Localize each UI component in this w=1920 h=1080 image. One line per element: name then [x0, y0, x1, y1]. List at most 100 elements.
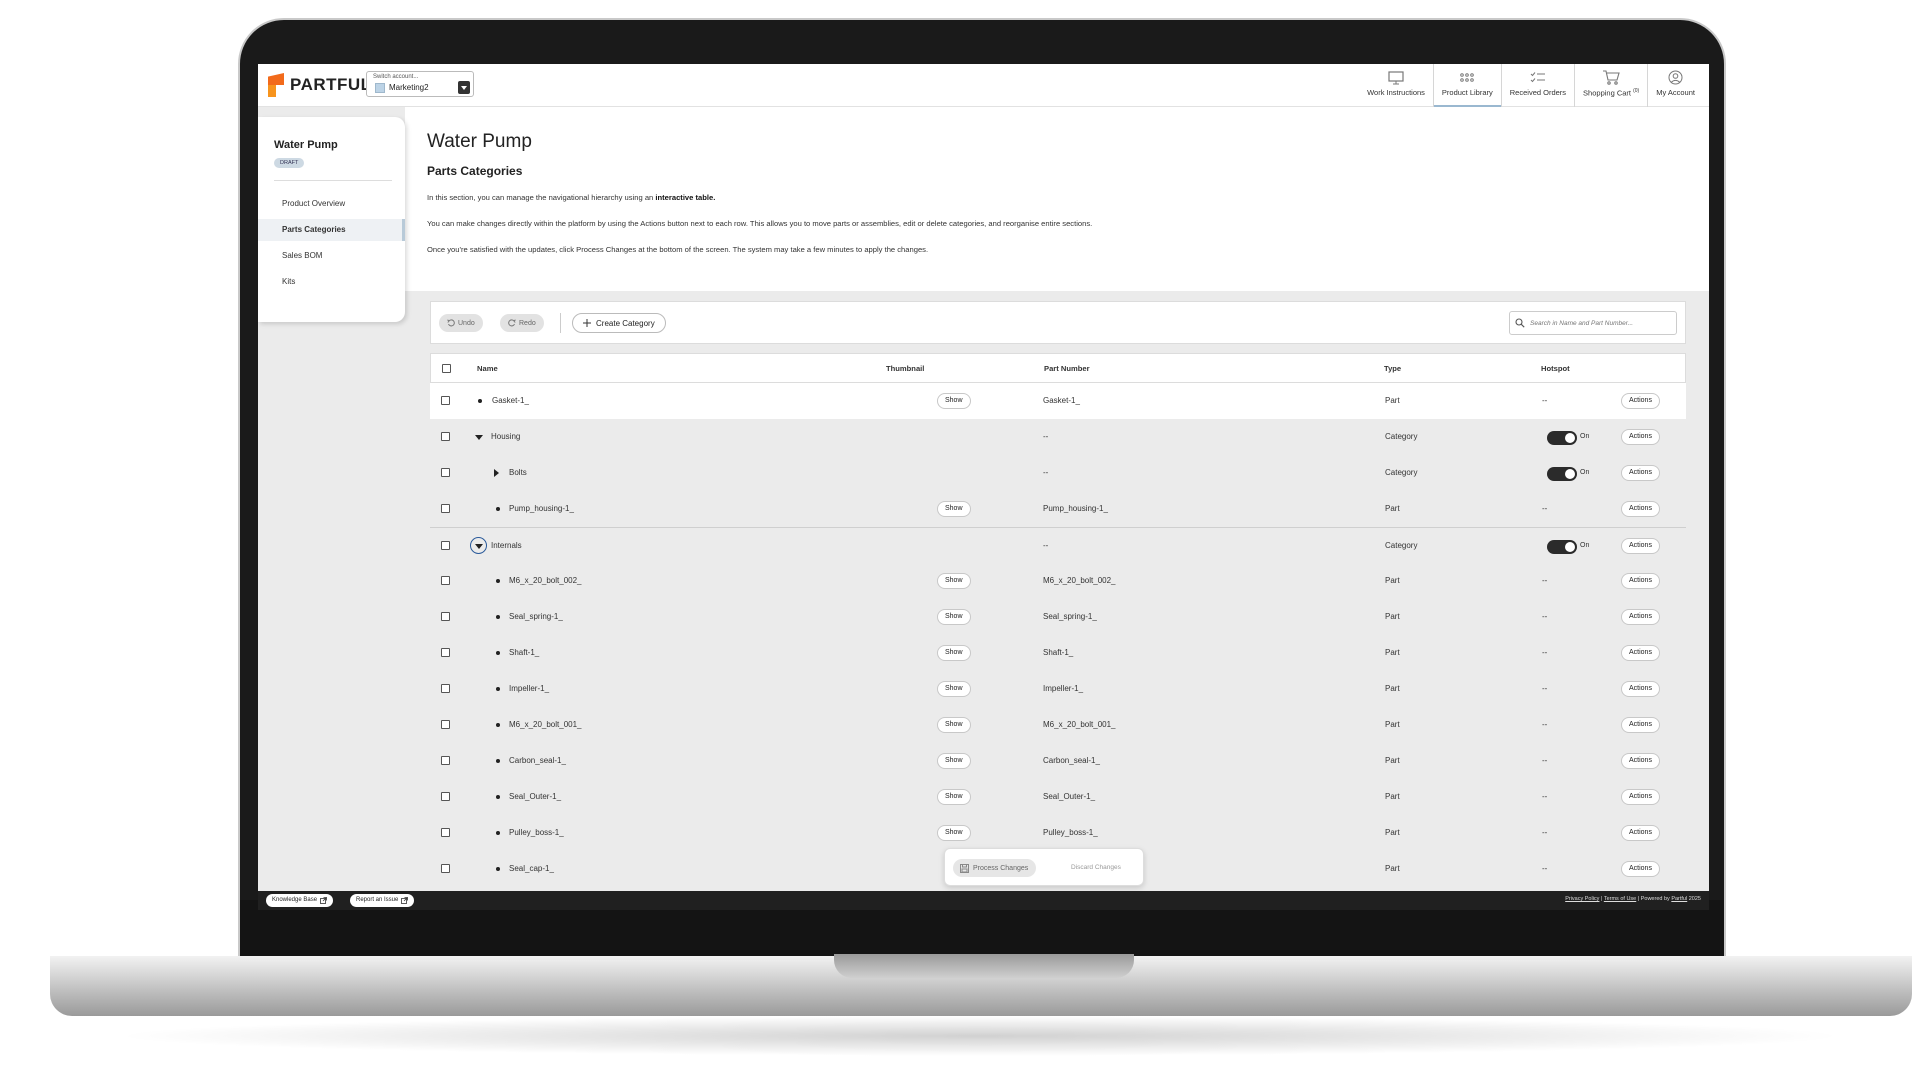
laptop-notch: [834, 954, 1134, 978]
select-all-checkbox[interactable]: [442, 364, 451, 373]
intro-paragraph: In this section, you can manage the navi…: [427, 193, 716, 202]
row-checkbox[interactable]: [441, 612, 450, 621]
show-thumbnail-button[interactable]: Show: [937, 825, 971, 841]
hotspot-toggle[interactable]: [1547, 540, 1577, 554]
hotspot-toggle[interactable]: [1547, 431, 1577, 445]
row-hotspot: --: [1542, 576, 1548, 585]
table-row[interactable]: Carbon_seal-1_ Show Carbon_seal-1_ Part …: [430, 743, 1686, 779]
actions-button[interactable]: Actions: [1621, 753, 1660, 769]
row-checkbox[interactable]: [441, 504, 450, 513]
nav-product-library[interactable]: Product Library: [1432, 64, 1501, 107]
report-issue-button[interactable]: Report an Issue: [350, 894, 415, 907]
copyright-year: 2025: [1688, 896, 1701, 902]
actions-button[interactable]: Actions: [1621, 429, 1660, 445]
table-row[interactable]: Bolts -- Category On Actions: [430, 455, 1686, 491]
show-thumbnail-button[interactable]: Show: [937, 609, 971, 625]
row-checkbox[interactable]: [441, 756, 450, 765]
chevron-down-icon[interactable]: [475, 435, 483, 440]
brand-logo[interactable]: PARTFUL: [268, 73, 372, 97]
row-type: Part: [1385, 828, 1400, 837]
row-checkbox[interactable]: [441, 396, 450, 405]
undo-button[interactable]: Undo: [439, 314, 483, 332]
show-thumbnail-button[interactable]: Show: [937, 645, 971, 661]
bullet-icon: [496, 795, 500, 799]
actions-button[interactable]: Actions: [1621, 717, 1660, 733]
discard-changes-button[interactable]: Discard Changes: [1071, 864, 1121, 871]
table-row[interactable]: Seal_spring-1_ Show Seal_spring-1_ Part …: [430, 599, 1686, 635]
table-row[interactable]: Impeller-1_ Show Impeller-1_ Part -- Act…: [430, 671, 1686, 707]
row-part-number: M6_x_20_bolt_002_: [1043, 576, 1116, 585]
show-thumbnail-button[interactable]: Show: [937, 789, 971, 805]
show-thumbnail-button[interactable]: Show: [937, 753, 971, 769]
privacy-policy-link[interactable]: Privacy Policy: [1565, 896, 1599, 902]
cart-icon: [1602, 70, 1620, 85]
account-switcher[interactable]: Switch account... Marketing2: [366, 71, 474, 97]
show-thumbnail-button[interactable]: Show: [937, 501, 971, 517]
sidebar-item-sales-bom[interactable]: Sales BOM: [258, 245, 405, 267]
hotspot-toggle-label: On: [1580, 433, 1590, 440]
table-row[interactable]: Shaft-1_ Show Shaft-1_ Part -- Actions: [430, 635, 1686, 671]
actions-button[interactable]: Actions: [1621, 609, 1660, 625]
show-thumbnail-button[interactable]: Show: [937, 393, 971, 409]
table-row[interactable]: M6_x_20_bolt_002_ Show M6_x_20_bolt_002_…: [430, 563, 1686, 599]
sidebar-item-product-overview[interactable]: Product Overview: [258, 193, 405, 215]
sidebar-item-kits[interactable]: Kits: [258, 271, 405, 293]
redo-button[interactable]: Redo: [500, 314, 544, 332]
sidebar-item-parts-categories[interactable]: Parts Categories: [258, 219, 405, 241]
actions-button[interactable]: Actions: [1621, 393, 1660, 409]
row-checkbox[interactable]: [441, 468, 450, 477]
account-switcher-label: Switch account...: [373, 74, 419, 80]
knowledge-base-button[interactable]: Knowledge Base: [266, 894, 334, 907]
actions-button[interactable]: Actions: [1621, 789, 1660, 805]
actions-button[interactable]: Actions: [1621, 465, 1660, 481]
row-name: Carbon_seal-1_: [509, 756, 566, 765]
save-icon: [960, 863, 969, 873]
hotspot-toggle[interactable]: [1547, 467, 1577, 481]
row-name: M6_x_20_bolt_001_: [509, 720, 582, 729]
create-category-button[interactable]: Create Category: [572, 313, 666, 333]
show-thumbnail-button[interactable]: Show: [937, 681, 971, 697]
row-checkbox[interactable]: [441, 432, 450, 441]
section-title: Parts Categories: [427, 164, 523, 178]
actions-button[interactable]: Actions: [1621, 538, 1660, 554]
show-thumbnail-button[interactable]: Show: [937, 717, 971, 733]
table-row[interactable]: Seal_Outer-1_ Show Seal_Outer-1_ Part --…: [430, 779, 1686, 815]
actions-button[interactable]: Actions: [1621, 573, 1660, 589]
row-checkbox[interactable]: [441, 576, 450, 585]
nav-shopping-cart[interactable]: Shopping Cart (0): [1574, 64, 1647, 107]
table-row[interactable]: Pulley_boss-1_ Show Pulley_boss-1_ Part …: [430, 815, 1686, 851]
row-checkbox[interactable]: [441, 648, 450, 657]
show-thumbnail-button[interactable]: Show: [937, 573, 971, 589]
actions-button[interactable]: Actions: [1621, 501, 1660, 517]
row-checkbox[interactable]: [441, 684, 450, 693]
row-checkbox[interactable]: [441, 792, 450, 801]
actions-button[interactable]: Actions: [1621, 645, 1660, 661]
process-paragraph: Once you're satisfied with the updates, …: [427, 245, 929, 254]
nav-my-account[interactable]: My Account: [1647, 64, 1703, 107]
actions-button[interactable]: Actions: [1621, 681, 1660, 697]
nav-received-orders[interactable]: Received Orders: [1500, 64, 1574, 107]
table-row[interactable]: Housing -- Category On Actions: [430, 419, 1686, 455]
actions-button[interactable]: Actions: [1621, 825, 1660, 841]
actions-button[interactable]: Actions: [1621, 861, 1660, 877]
nav-work-instructions[interactable]: Work Instructions: [1359, 64, 1433, 107]
table-row[interactable]: Internals -- Category On Actions: [430, 527, 1686, 563]
chevron-right-icon[interactable]: [494, 469, 499, 477]
terms-of-use-link[interactable]: Terms of Use: [1604, 896, 1636, 902]
process-changes-button[interactable]: Process Changes: [953, 859, 1037, 877]
row-type: Part: [1385, 504, 1400, 513]
table-row[interactable]: M6_x_20_bolt_001_ Show M6_x_20_bolt_001_…: [430, 707, 1686, 743]
row-checkbox[interactable]: [441, 864, 450, 873]
chevron-down-icon[interactable]: [458, 81, 470, 94]
search-input[interactable]: [1530, 315, 1670, 331]
column-type: Type: [1384, 364, 1402, 373]
table-row[interactable]: Gasket-1_ Show Gasket-1_ Part -- Actions: [430, 383, 1686, 419]
search-box: [1509, 311, 1677, 335]
row-checkbox[interactable]: [441, 720, 450, 729]
row-checkbox[interactable]: [441, 541, 450, 550]
partful-link[interactable]: Partful: [1671, 896, 1687, 902]
row-checkbox[interactable]: [441, 828, 450, 837]
table-row[interactable]: Pump_housing-1_ Show Pump_housing-1_ Par…: [430, 491, 1686, 527]
row-type: Part: [1385, 756, 1400, 765]
chevron-down-icon[interactable]: [475, 544, 483, 549]
